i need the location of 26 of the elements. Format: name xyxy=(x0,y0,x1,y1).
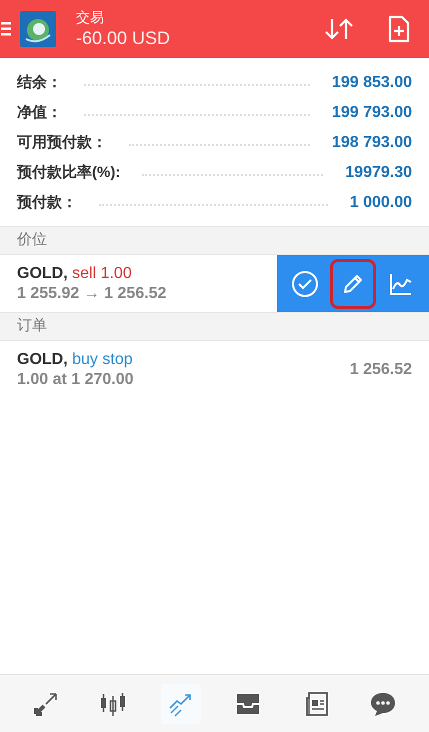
trade-title: GOLD, sell 1.00 xyxy=(17,264,133,284)
field-label: 预付款： xyxy=(17,192,77,213)
menu-icon[interactable] xyxy=(1,22,11,36)
field-label: 结余： xyxy=(17,72,62,93)
modify-button[interactable] xyxy=(330,258,376,308)
nav-tab[interactable] xyxy=(160,684,201,724)
field-value: 1 000.00 xyxy=(350,193,412,213)
account-balance: -60.00 USD xyxy=(76,27,170,50)
trade-detail: 1.00 at 1 270.00 xyxy=(17,370,135,390)
trade-detail: 1 255.92 → 1 256.52 xyxy=(17,284,168,304)
check-circle-icon xyxy=(291,270,319,298)
field-value: 199 853.00 xyxy=(332,73,412,93)
field-label: 净值： xyxy=(17,102,62,123)
app-logo-icon xyxy=(20,11,56,47)
field-value: 19979.30 xyxy=(345,163,412,183)
new-order-icon[interactable] xyxy=(388,15,410,43)
section-header: 订单 xyxy=(0,312,429,341)
section-header: 价位 xyxy=(0,226,429,255)
trade-price: 1 256.52 xyxy=(350,360,412,380)
screen-title: 交易 xyxy=(76,8,105,26)
trade-title: GOLD, buy stop xyxy=(17,350,134,370)
sort-icon[interactable] xyxy=(324,17,354,41)
field-value: 199 793.00 xyxy=(332,103,412,123)
field-label: 预付款比率(%): xyxy=(17,162,120,183)
field-value: 198 793.00 xyxy=(332,133,412,153)
field-label: 可用预付款： xyxy=(17,132,107,153)
